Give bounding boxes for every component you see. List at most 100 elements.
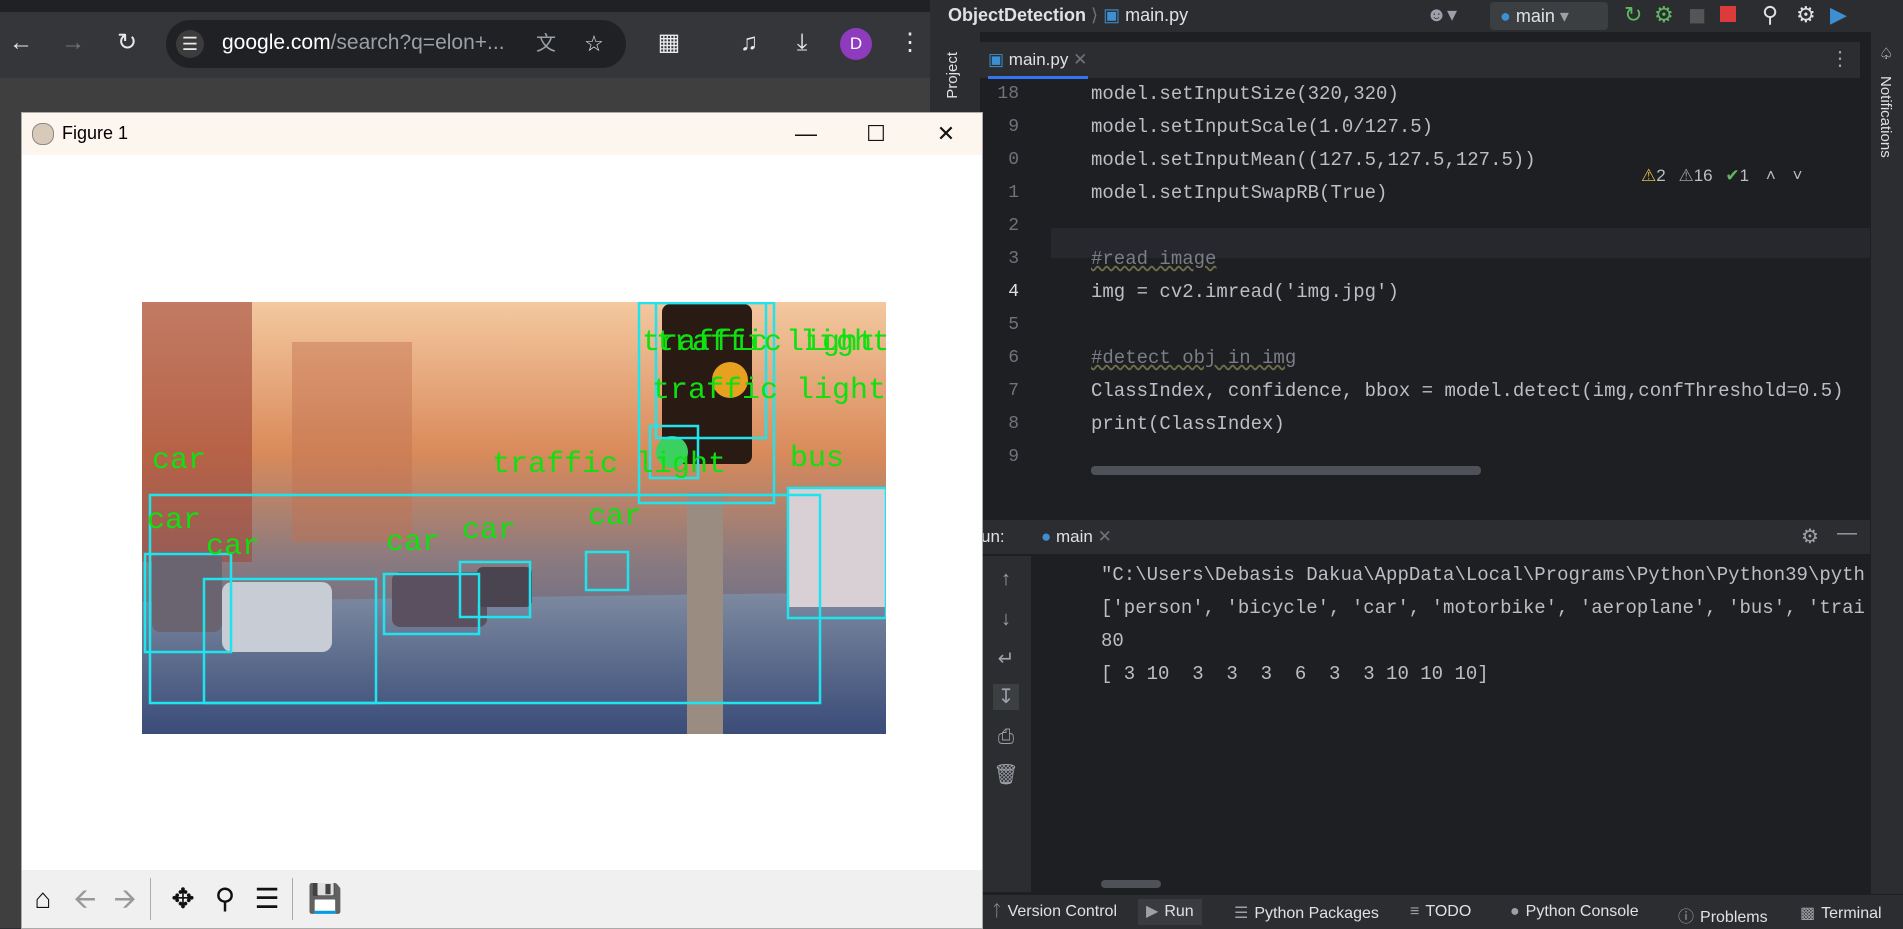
- code-line[interactable]: model.setInputSize(320,320): [1091, 83, 1399, 105]
- bell-icon[interactable]: ♤: [1879, 44, 1893, 64]
- tab-options-icon[interactable]: ⋮: [1830, 46, 1850, 71]
- home-icon[interactable]: ⌂: [24, 880, 62, 918]
- maximize-icon[interactable]: ☐: [856, 119, 896, 149]
- run-panel-label: un:: [981, 527, 1005, 546]
- right-tool-stripe: ♤ Notifications: [1870, 32, 1903, 928]
- close-icon[interactable]: ✕: [926, 119, 966, 149]
- label-car: car: [206, 530, 260, 564]
- line-number: 0: [1008, 150, 1019, 170]
- forward-arrow-icon[interactable]: →: [56, 28, 90, 58]
- url-text: google.com/search?q=elon+...: [222, 31, 505, 55]
- extensions-icon[interactable]: ▦: [652, 28, 686, 58]
- tab-label: Terminal: [1821, 905, 1882, 922]
- rerun-icon[interactable]: ↻: [1624, 2, 1642, 28]
- project-name[interactable]: ObjectDetection: [948, 5, 1086, 25]
- line-number: 9: [1008, 447, 1019, 467]
- chevron-up-icon[interactable]: ˄: [1766, 166, 1776, 185]
- console-scrollbar[interactable]: [1101, 880, 1161, 888]
- debug-icon[interactable]: ⚙: [1654, 2, 1674, 28]
- tab-run[interactable]: ▶ Run: [1138, 899, 1202, 925]
- line-number: 7: [1008, 381, 1019, 401]
- tab-terminal[interactable]: ▩ Terminal: [1800, 903, 1882, 923]
- search-icon[interactable]: ⚲: [1762, 2, 1778, 28]
- run-config-selector[interactable]: ● main ▾: [1490, 2, 1608, 30]
- run-toolbar: ↑ ↓ ↵ ↧ ⎙ 🗑: [981, 556, 1031, 892]
- menu-dots-icon[interactable]: ⋮: [893, 28, 927, 58]
- code-line[interactable]: model.setInputScale(1.0/127.5): [1091, 116, 1433, 138]
- close-icon[interactable]: ✕: [1098, 527, 1112, 546]
- star-icon[interactable]: ☆: [580, 30, 608, 58]
- chevron-down-icon[interactable]: ˅: [1792, 166, 1802, 185]
- forward-icon[interactable]: 🡪: [106, 880, 144, 918]
- code-line[interactable]: print(ClassIndex): [1091, 413, 1285, 435]
- run-tab-main[interactable]: ● main ✕: [1041, 527, 1112, 547]
- close-icon[interactable]: ✕: [1073, 50, 1087, 69]
- code-comment[interactable]: #read image: [1091, 248, 1216, 270]
- figure-canvas[interactable]: traffic light traffic light traffic ligh…: [142, 302, 886, 734]
- translate-icon[interactable]: 文: [532, 30, 560, 58]
- back-icon[interactable]: 🡨: [66, 880, 104, 918]
- tab-label: TODO: [1425, 903, 1472, 920]
- minimize-icon[interactable]: —: [1837, 522, 1857, 545]
- figure-titlebar[interactable]: Figure 1 — ☐ ✕: [22, 113, 982, 155]
- layers-icon: ☰: [1234, 905, 1249, 922]
- gear-icon[interactable]: ⚙: [1796, 2, 1816, 28]
- code-line[interactable]: model.setInputSwapRB(True): [1091, 182, 1387, 204]
- code-comment[interactable]: #detect obj in img: [1091, 347, 1296, 369]
- code-editor[interactable]: 18 9 0 1 2 3 4 5 6 7 8 9 model.setInputS…: [981, 80, 1870, 480]
- code-line[interactable]: img = cv2.imread('img.jpg'): [1091, 281, 1399, 303]
- line-number: 5: [1008, 315, 1019, 335]
- minimize-icon[interactable]: —: [786, 119, 826, 149]
- coverage-icon[interactable]: ◼: [1688, 2, 1706, 28]
- inspection-widget[interactable]: ⚠2 ⚠16 ✔1 ˄ ˅: [1641, 166, 1802, 186]
- tab-todo[interactable]: ≡ TODO: [1410, 903, 1471, 921]
- save-icon[interactable]: 💾: [306, 880, 344, 918]
- back-arrow-icon[interactable]: ←: [4, 28, 38, 58]
- run-console: ↑ ↓ ↵ ↧ ⎙ 🗑 "C:\Users\Debasis Dakua\AppD…: [981, 556, 1870, 892]
- pan-icon[interactable]: ✥: [164, 880, 202, 918]
- code-line[interactable]: ClassIndex, confidence, bbox = model.det…: [1091, 380, 1844, 402]
- building: [292, 342, 412, 542]
- ide-titlebar: ObjectDetection ⟩ ▣ main.py ☻▾ ● main ▾ …: [930, 0, 1903, 32]
- zoom-icon[interactable]: ⚲: [206, 880, 244, 918]
- soft-wrap-icon[interactable]: ↵: [993, 646, 1019, 672]
- car-shape: [222, 582, 332, 652]
- tab-main-py[interactable]: ▣ main.py ✕: [988, 44, 1088, 79]
- tab-version-control[interactable]: ᛏ Version Control: [992, 903, 1117, 921]
- plugin-icon[interactable]: ▶: [1830, 2, 1847, 28]
- label-car: car: [152, 444, 206, 478]
- editor-tab-bar: ▣ main.py ✕ ⋮: [980, 42, 1860, 79]
- horizontal-scrollbar[interactable]: [1091, 466, 1481, 475]
- ide-window: ObjectDetection ⟩ ▣ main.py ☻▾ ● main ▾ …: [930, 0, 1903, 929]
- media-icon[interactable]: ♫: [732, 28, 766, 58]
- gear-icon[interactable]: ⚙: [1801, 524, 1819, 549]
- label-traffic-light: traffic light: [652, 374, 886, 408]
- project-tool-tab[interactable]: Project: [944, 52, 961, 99]
- tab-problems[interactable]: ⓘ Problems: [1678, 903, 1768, 927]
- tab-python-console[interactable]: ● Python Console: [1510, 903, 1639, 921]
- file-name[interactable]: main.py: [1125, 5, 1188, 25]
- download-icon[interactable]: ⤓: [785, 28, 819, 58]
- print-icon[interactable]: ⎙: [993, 724, 1019, 750]
- line-number: 3: [1008, 249, 1019, 269]
- notifications-tool-tab[interactable]: Notifications: [1877, 76, 1894, 158]
- site-info-icon[interactable]: ☰: [176, 30, 204, 58]
- tab-python-packages[interactable]: ☰ Python Packages: [1234, 903, 1379, 923]
- python-file-icon: ▣: [1103, 5, 1121, 25]
- tool-window-bar: ᛏ Version Control ▶ Run ☰ Python Packages ≡…: [930, 894, 1903, 929]
- matplotlib-logo-icon: [32, 123, 54, 145]
- terminal-icon: ▩: [1800, 905, 1816, 922]
- trash-icon[interactable]: 🗑: [993, 762, 1019, 788]
- code-line[interactable]: model.setInputMean((127.5,127.5,127.5)): [1091, 149, 1536, 171]
- stop-icon[interactable]: [1720, 6, 1736, 22]
- scroll-to-end-icon[interactable]: ↧: [993, 684, 1019, 710]
- arrow-up-icon[interactable]: ↑: [993, 566, 1019, 592]
- reload-icon[interactable]: ↻: [110, 28, 144, 58]
- configure-icon[interactable]: ☰: [248, 880, 286, 918]
- user-icon[interactable]: ☻▾: [1426, 2, 1457, 27]
- avatar[interactable]: D: [840, 28, 872, 60]
- line-number: 2: [1008, 216, 1019, 236]
- line-gutter: 18 9 0 1 2 3 4 5 6 7 8 9: [981, 80, 1051, 480]
- check-icon: ✔: [1725, 166, 1740, 185]
- arrow-down-icon[interactable]: ↓: [993, 606, 1019, 632]
